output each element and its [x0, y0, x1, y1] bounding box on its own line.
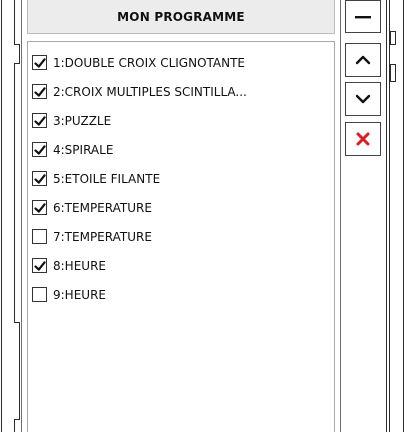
checkmark-icon — [33, 260, 46, 271]
program-checkbox[interactable] — [32, 258, 47, 273]
program-checkbox[interactable] — [32, 171, 47, 186]
program-item[interactable]: 8:HEURE — [32, 251, 334, 280]
minus-icon — [355, 15, 371, 18]
program-checkbox[interactable] — [32, 229, 47, 244]
move-up-button[interactable] — [345, 43, 381, 77]
program-checkbox[interactable] — [32, 113, 47, 128]
checkmark-icon — [33, 173, 46, 184]
delete-button[interactable] — [345, 122, 381, 156]
program-label: 4:SPIRALE — [53, 142, 114, 157]
program-item[interactable]: 3:PUZZLE — [32, 106, 334, 135]
checkmark-icon — [33, 115, 46, 126]
checkmark-icon — [33, 57, 46, 68]
program-checkbox[interactable] — [32, 200, 47, 215]
program-toolbar — [343, 0, 383, 432]
program-item[interactable]: 9:HEURE — [32, 280, 334, 309]
checkmark-icon — [33, 86, 46, 97]
right-frame-edge — [386, 0, 407, 432]
program-item[interactable]: 6:TEMPERATURE — [32, 193, 334, 222]
move-down-button[interactable] — [345, 82, 381, 116]
program-item[interactable]: 2:CROIX MULTIPLES SCINTILLA... — [32, 77, 334, 106]
chevron-up-icon — [355, 55, 371, 65]
panel-title: MON PROGRAMME — [117, 9, 245, 24]
program-label: 6:TEMPERATURE — [53, 200, 152, 215]
program-label: 8:HEURE — [53, 258, 106, 273]
program-list[interactable]: 1:DOUBLE CROIX CLIGNOTANTE 2:CROIX MULTIP… — [27, 41, 335, 432]
program-item[interactable]: 4:SPIRALE — [32, 135, 334, 164]
program-checkbox[interactable] — [32, 287, 47, 302]
program-item[interactable]: 1:DOUBLE CROIX CLIGNOTANTE — [32, 48, 334, 77]
program-label: 7:TEMPERATURE — [53, 229, 152, 244]
program-panel: MON PROGRAMME 1:DOUBLE CROIX CLIGNOTANTE… — [21, 0, 341, 432]
collapse-button[interactable] — [345, 0, 381, 33]
close-icon — [356, 132, 370, 146]
left-frame-edge — [0, 0, 20, 432]
program-item[interactable]: 7:TEMPERATURE — [32, 222, 334, 251]
program-label: 2:CROIX MULTIPLES SCINTILLA... — [53, 84, 247, 99]
program-label: 9:HEURE — [53, 287, 106, 302]
program-window: MON PROGRAMME 1:DOUBLE CROIX CLIGNOTANTE… — [0, 0, 407, 432]
checkmark-icon — [33, 202, 46, 213]
program-label: 1:DOUBLE CROIX CLIGNOTANTE — [53, 55, 246, 70]
program-checkbox[interactable] — [32, 55, 47, 70]
program-label: 5:ETOILE FILANTE — [53, 171, 161, 186]
program-item[interactable]: 5:ETOILE FILANTE — [32, 164, 334, 193]
checkmark-icon — [33, 144, 46, 155]
panel-header: MON PROGRAMME — [27, 0, 335, 34]
chevron-down-icon — [355, 94, 371, 104]
program-checkbox[interactable] — [32, 84, 47, 99]
program-label: 3:PUZZLE — [53, 113, 112, 128]
program-checkbox[interactable] — [32, 142, 47, 157]
